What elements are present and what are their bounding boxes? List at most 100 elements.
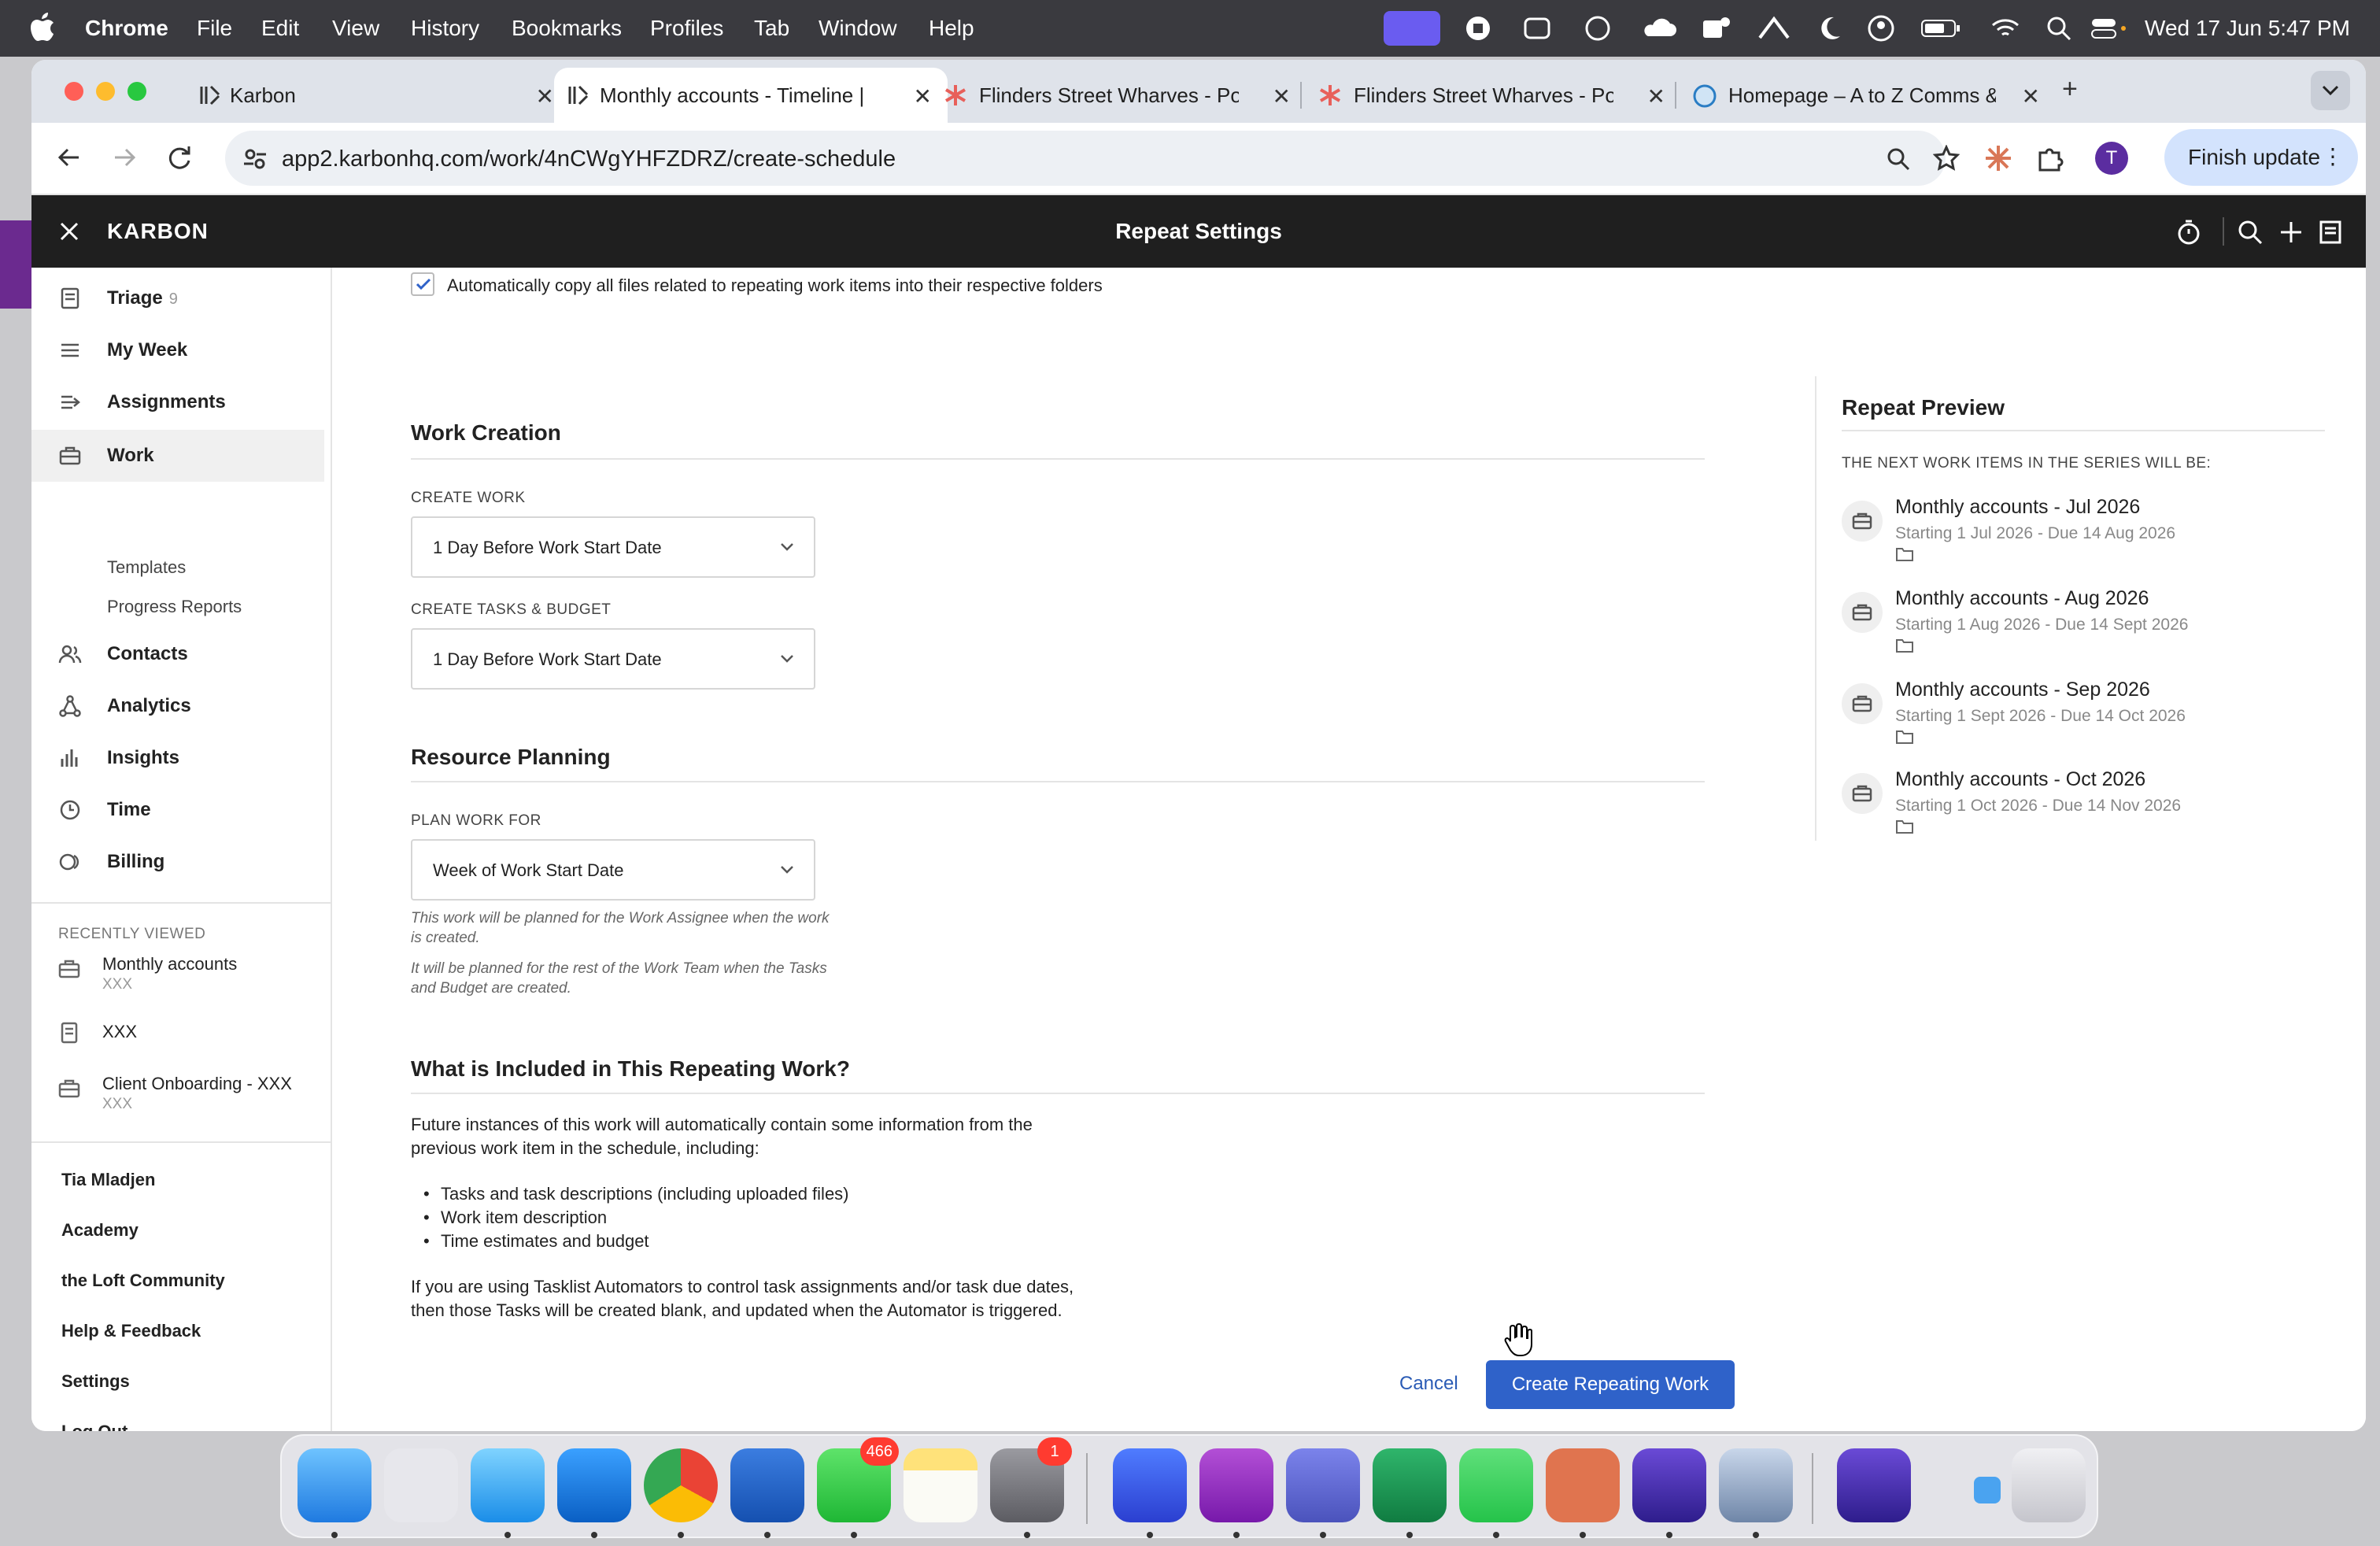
- plan-work-for-select[interactable]: Week of Work Start Date: [411, 839, 815, 901]
- tab-search-button[interactable]: [2311, 71, 2350, 110]
- menu-tab[interactable]: Tab: [754, 16, 789, 41]
- safari-icon[interactable]: [471, 1448, 545, 1522]
- battery-icon[interactable]: [1920, 14, 1961, 43]
- launchpad-icon[interactable]: [384, 1448, 458, 1522]
- sidebar-item-contacts[interactable]: Contacts: [31, 628, 324, 680]
- sidebar-item-work[interactable]: Work: [31, 430, 324, 482]
- search-icon[interactable]: [2237, 219, 2264, 246]
- create-tasks-select[interactable]: 1 Day Before Work Start Date: [411, 628, 815, 690]
- close-tab-icon[interactable]: ✕: [536, 83, 554, 109]
- spotlight-search-icon[interactable]: [2045, 14, 2073, 43]
- onenote-icon[interactable]: [1199, 1448, 1273, 1522]
- loft-community-link[interactable]: the Loft Community: [61, 1270, 225, 1291]
- tab-monthly-accounts[interactable]: Monthly accounts - Timeline | ✕: [554, 68, 948, 123]
- sidebar-item-analytics[interactable]: Analytics: [31, 680, 324, 732]
- apple-icon[interactable]: [30, 13, 55, 43]
- extensions-puzzle-icon[interactable]: [2035, 143, 2065, 173]
- back-arrow-icon[interactable]: [55, 143, 83, 172]
- notes-app-icon[interactable]: [904, 1448, 978, 1522]
- close-tab-icon[interactable]: ✕: [914, 83, 932, 109]
- preview-work-item[interactable]: Monthly accounts - Aug 2026 Starting 1 A…: [1842, 587, 2314, 674]
- preview-work-item[interactable]: Monthly accounts - Sep 2026 Starting 1 S…: [1842, 679, 2314, 765]
- url-text[interactable]: app2.karbonhq.com/work/4nCWgYHFZDRZ/crea…: [282, 146, 896, 172]
- messages-icon[interactable]: 466: [817, 1437, 899, 1522]
- preview-work-item[interactable]: Monthly accounts - Jul 2026 Starting 1 J…: [1842, 496, 2314, 583]
- academy-link[interactable]: Academy: [61, 1220, 139, 1241]
- menu-file[interactable]: File: [197, 16, 232, 41]
- forward-arrow-icon[interactable]: [110, 143, 139, 172]
- outlook-icon[interactable]: [557, 1448, 631, 1522]
- zoom-window-button[interactable]: [128, 82, 146, 101]
- minimize-window-button[interactable]: [96, 82, 115, 101]
- sidebar-subitem-progress-reports[interactable]: Progress Reports: [107, 597, 242, 617]
- recent-item[interactable]: Client Onboarding - XXX XXX: [31, 1067, 332, 1123]
- close-tab-icon[interactable]: ✕: [1273, 83, 1291, 109]
- extension-icon-2[interactable]: [1582, 14, 1613, 43]
- chrome-icon[interactable]: [644, 1448, 718, 1522]
- menubar-clock[interactable]: Wed 17 Jun 5:47 PM: [2145, 16, 2350, 41]
- control-center-icon[interactable]: [2090, 14, 2128, 43]
- record-icon[interactable]: [1464, 14, 1492, 43]
- nordvpn-icon[interactable]: [1113, 1448, 1187, 1522]
- whatsapp-icon[interactable]: [1459, 1448, 1533, 1522]
- tab-karbon[interactable]: Karbon ✕: [186, 68, 570, 123]
- system-settings-icon[interactable]: 1: [990, 1437, 1072, 1522]
- claude-extension-icon[interactable]: [1983, 143, 2013, 173]
- settings-link[interactable]: Settings: [61, 1371, 130, 1392]
- grammarly-folder-icon[interactable]: [1837, 1448, 1911, 1522]
- address-bar[interactable]: app2.karbonhq.com/work/4nCWgYHFZDRZ/crea…: [225, 131, 1960, 186]
- tab-flinders-1[interactable]: Flinders Street Wharves - Pov ✕: [932, 68, 1306, 123]
- create-repeating-work-button[interactable]: Create Repeating Work: [1486, 1360, 1735, 1409]
- user-account-icon[interactable]: [1867, 14, 1895, 43]
- sidebar-item-billing[interactable]: Billing: [31, 836, 324, 888]
- menu-history[interactable]: History: [411, 16, 479, 41]
- log-out-link[interactable]: Log Out: [61, 1422, 128, 1431]
- close-tab-icon[interactable]: ✕: [2022, 83, 2040, 109]
- sidebar-item-assignments[interactable]: Assignments: [31, 376, 324, 428]
- safari-download-icon[interactable]: [1974, 1477, 2001, 1503]
- menu-profiles[interactable]: Profiles: [650, 16, 723, 41]
- preview-app-icon[interactable]: [1719, 1448, 1793, 1522]
- word-icon[interactable]: [730, 1448, 804, 1522]
- cancel-button[interactable]: Cancel: [1399, 1373, 1458, 1395]
- help-feedback-link[interactable]: Help & Feedback: [61, 1321, 201, 1341]
- sidebar-item-time[interactable]: Time: [31, 784, 324, 836]
- sidebar-item-triage[interactable]: Triage 9: [31, 272, 324, 324]
- recent-item[interactable]: XXX: [31, 1015, 332, 1052]
- menu-bookmarks[interactable]: Bookmarks: [512, 16, 622, 41]
- tab-flinders-2[interactable]: Flinders Street Wharves - Pov ✕: [1306, 68, 1681, 123]
- sidebar-subitem-templates[interactable]: Templates: [107, 557, 186, 578]
- new-tab-button[interactable]: +: [2062, 74, 2078, 105]
- extension-icon-1[interactable]: [1522, 14, 1552, 43]
- teams-icon[interactable]: [1286, 1448, 1360, 1522]
- bookmark-star-icon[interactable]: [1933, 145, 1960, 172]
- menu-view[interactable]: View: [332, 16, 379, 41]
- preview-work-item[interactable]: Monthly accounts - Oct 2026 Starting 1 O…: [1842, 768, 2314, 855]
- profile-avatar[interactable]: T: [2095, 142, 2128, 175]
- claude-app-icon[interactable]: [1546, 1448, 1620, 1522]
- tab-homepage[interactable]: Homepage – A to Z Comms & ✕: [1681, 68, 2056, 123]
- menu-window[interactable]: Window: [819, 16, 897, 41]
- trash-icon[interactable]: [2012, 1448, 2086, 1522]
- notes-icon[interactable]: [2317, 219, 2344, 246]
- teams-status-icon[interactable]: [1700, 14, 1731, 43]
- menu-app-name[interactable]: Chrome: [85, 16, 168, 41]
- user-name-link[interactable]: Tia Mladjen: [61, 1170, 155, 1190]
- finder-icon[interactable]: [298, 1448, 371, 1522]
- menu-edit[interactable]: Edit: [261, 16, 299, 41]
- cloud-icon[interactable]: [1642, 14, 1676, 43]
- focus-moon-icon[interactable]: [1815, 14, 1842, 43]
- copy-files-checkbox[interactable]: [411, 272, 434, 296]
- add-icon[interactable]: [2278, 219, 2304, 246]
- wifi-icon[interactable]: [1990, 14, 2021, 43]
- site-settings-icon[interactable]: [242, 146, 268, 172]
- recent-item[interactable]: Monthly accounts XXX: [31, 948, 332, 1003]
- timer-icon[interactable]: [2175, 219, 2202, 246]
- excel-icon[interactable]: [1373, 1448, 1447, 1522]
- close-window-button[interactable]: [65, 82, 83, 101]
- screen-share-icon[interactable]: [1384, 11, 1440, 46]
- sidebar-item-insights[interactable]: Insights: [31, 732, 324, 784]
- menu-help[interactable]: Help: [929, 16, 974, 41]
- sidebar-item-my-week[interactable]: My Week: [31, 324, 324, 376]
- zoom-icon[interactable]: [1886, 146, 1911, 172]
